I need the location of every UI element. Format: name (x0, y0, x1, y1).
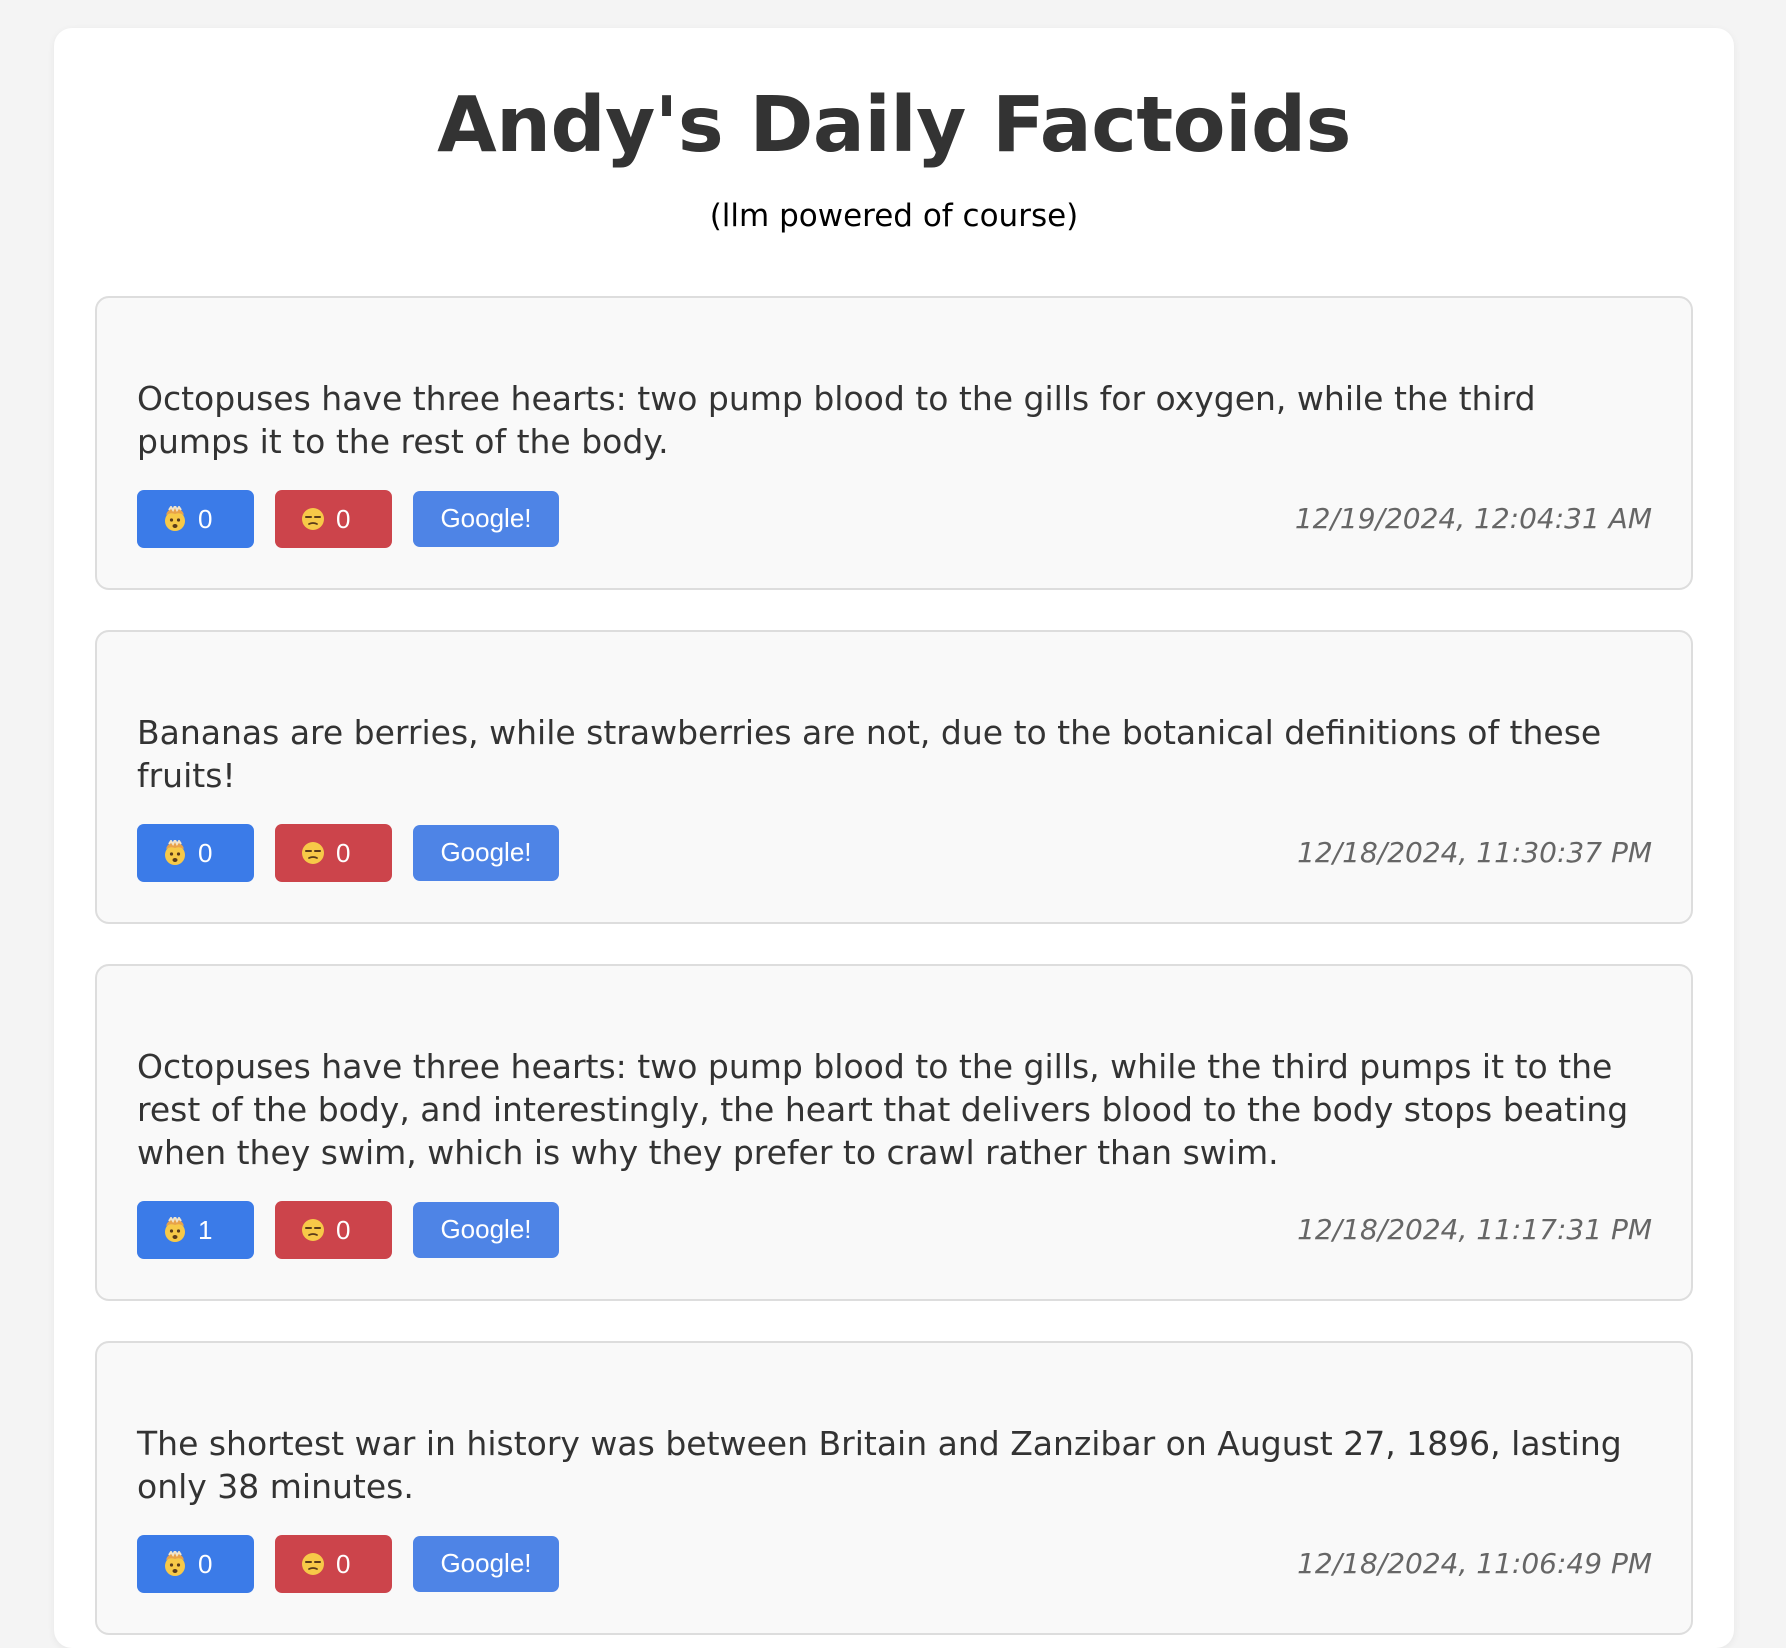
fact-list: Octopuses have three hearts: two pump bl… (95, 295, 1693, 1635)
fact-text: Bananas are berries, while strawberries … (137, 712, 1602, 795)
mind-blown-button[interactable]: 0 (137, 1534, 254, 1593)
fact-timestamp: 12/19/2024, 12:04:31 AM (1294, 502, 1652, 536)
google-button[interactable]: Google! (413, 824, 559, 881)
fact-text: Octopuses have three hearts: two pump bl… (137, 1046, 1629, 1172)
mind-blown-count: 0 (198, 1548, 213, 1579)
fact-card: Octopuses have three hearts: two pump bl… (95, 295, 1693, 590)
fact-timestamp: 12/18/2024, 11:17:31 PM (1297, 1213, 1652, 1247)
fact-timestamp: 12/18/2024, 11:30:37 PM (1297, 836, 1652, 870)
mind-blown-count: 1 (198, 1214, 213, 1245)
fact-card: Octopuses have three hearts: two pump bl… (95, 963, 1693, 1301)
page-subtitle: (llm powered of course) (709, 198, 1079, 235)
fact-card: The shortest war in history was between … (95, 1340, 1693, 1635)
google-button[interactable]: Google! (413, 1201, 559, 1258)
meh-button[interactable]: 0 (275, 489, 392, 548)
page-title: Andy's Daily Factoids (437, 81, 1351, 170)
fact-footer: 0 0 Google! 12/18/2024, 11:06:49 PM (137, 1534, 1652, 1593)
mind-blown-button[interactable]: 1 (137, 1200, 254, 1259)
fact-card: Bananas are berries, while strawberries … (95, 629, 1693, 924)
unamused-face-icon (300, 1551, 326, 1577)
meh-count: 0 (336, 837, 351, 868)
mind-blown-count: 0 (198, 503, 213, 534)
exploding-head-icon (162, 1550, 188, 1577)
mind-blown-button[interactable]: 0 (137, 823, 254, 882)
google-button[interactable]: Google! (413, 1535, 559, 1592)
fact-footer: 0 0 Google! 12/19/2024, 12:04:31 AM (137, 489, 1652, 548)
fact-footer: 0 0 Google! 12/18/2024, 11:30:37 PM (137, 823, 1652, 882)
fact-text: The shortest war in history was between … (137, 1423, 1622, 1506)
meh-count: 0 (336, 1548, 351, 1579)
meh-button[interactable]: 0 (275, 1534, 392, 1593)
fact-timestamp: 12/18/2024, 11:06:49 PM (1297, 1547, 1652, 1581)
fact-footer: 1 0 Google! 12/18/2024, 11:17:31 PM (137, 1200, 1652, 1259)
google-button[interactable]: Google! (413, 490, 559, 547)
meh-button[interactable]: 0 (275, 823, 392, 882)
meh-count: 0 (336, 503, 351, 534)
mind-blown-button[interactable]: 0 (137, 489, 254, 548)
exploding-head-icon (162, 839, 188, 866)
meh-count: 0 (336, 1214, 351, 1245)
exploding-head-icon (162, 1216, 188, 1243)
page-container: Andy's Daily Factoids (llm powered of co… (54, 28, 1734, 1648)
fact-text: Octopuses have three hearts: two pump bl… (137, 378, 1536, 461)
unamused-face-icon (300, 840, 326, 866)
unamused-face-icon (300, 506, 326, 532)
unamused-face-icon (300, 1217, 326, 1243)
mind-blown-count: 0 (198, 837, 213, 868)
exploding-head-icon (162, 505, 188, 532)
meh-button[interactable]: 0 (275, 1200, 392, 1259)
